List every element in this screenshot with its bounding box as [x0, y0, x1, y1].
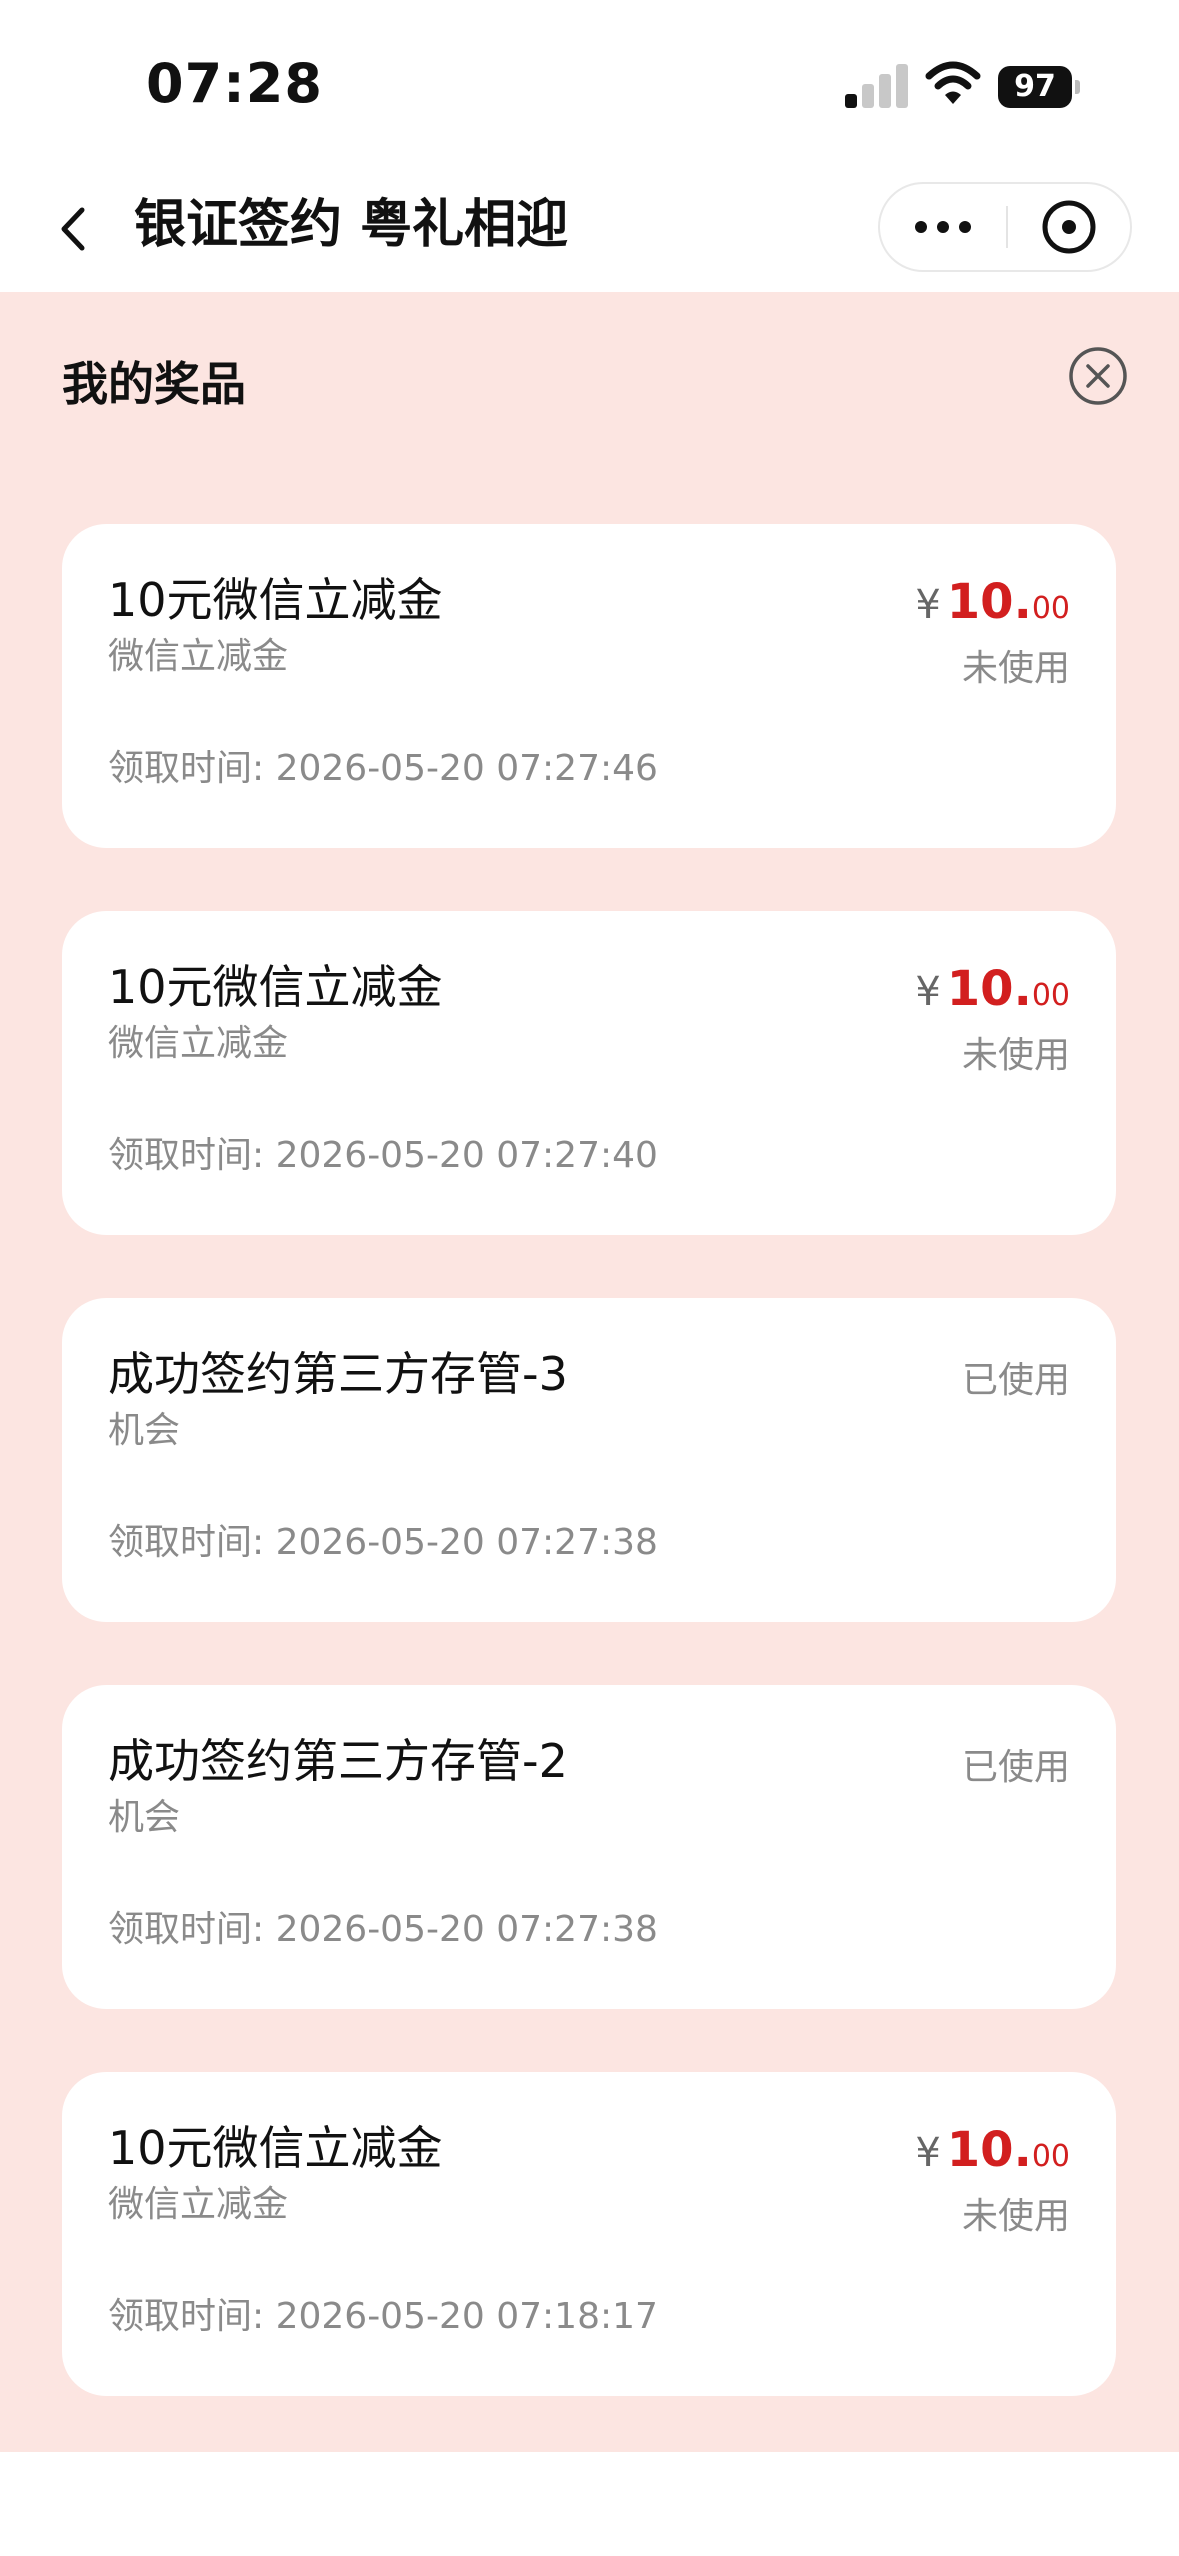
amount-decimal: 00 [1031, 978, 1070, 1013]
prize-status: 未使用 [961, 648, 1070, 689]
mini-program-capsule [878, 182, 1132, 272]
amount-integer: 10. [946, 2122, 1032, 2178]
prize-amount: ¥10.00 [915, 574, 1070, 641]
prize-subtitle: 机会 [108, 1410, 181, 1451]
back-icon[interactable] [54, 204, 94, 254]
prize-time: 领取时间: 2026-05-20 07:27:40 [108, 1135, 658, 1176]
prize-title: 成功签约第三方存管-3 [108, 1347, 568, 1401]
prize-subtitle: 微信立减金 [108, 2184, 289, 2225]
status-bar: 07:28 97 [0, 0, 1179, 160]
close-circle-icon[interactable] [1008, 184, 1130, 270]
amount-integer: 10. [946, 961, 1032, 1017]
nav-bar: 银证签约 粤礼相迎 [0, 160, 1179, 292]
wifi-icon [925, 60, 981, 106]
prize-subtitle: 机会 [108, 1797, 181, 1838]
prize-status: 未使用 [961, 1035, 1070, 1076]
currency-symbol: ¥ [915, 2130, 941, 2176]
prize-title: 10元微信立减金 [108, 2121, 443, 2175]
prize-title: 成功签约第三方存管-2 [108, 1734, 568, 1788]
prize-card[interactable]: 10元微信立减金 微信立减金 领取时间: 2026-05-20 07:27:46… [62, 524, 1116, 848]
prize-time: 领取时间: 2026-05-20 07:27:38 [108, 1909, 658, 1950]
currency-symbol: ¥ [915, 582, 941, 628]
amount-decimal: 00 [1031, 2139, 1070, 2174]
prize-card[interactable]: 成功签约第三方存管-2 机会 领取时间: 2026-05-20 07:27:38… [62, 1685, 1116, 2009]
prize-panel: 我的奖品 10元微信立减金 微信立减金 领取时间: 2026-05-20 07:… [0, 292, 1179, 2452]
prize-time: 领取时间: 2026-05-20 07:27:46 [108, 748, 658, 789]
cellular-signal-icon [845, 64, 908, 108]
status-time: 07:28 [146, 52, 323, 115]
prize-amount: ¥10.00 [915, 2122, 1070, 2189]
prize-status: 未使用 [961, 2196, 1070, 2237]
amount-integer: 10. [946, 574, 1032, 630]
prize-card[interactable]: 成功签约第三方存管-3 机会 领取时间: 2026-05-20 07:27:38… [62, 1298, 1116, 1622]
prize-subtitle: 微信立减金 [108, 1023, 289, 1064]
battery-tip [1075, 80, 1080, 94]
prize-card[interactable]: 10元微信立减金 微信立减金 领取时间: 2026-05-20 07:27:40… [62, 911, 1116, 1235]
prize-status: 已使用 [961, 1747, 1070, 1788]
prize-card[interactable]: 10元微信立减金 微信立减金 领取时间: 2026-05-20 07:18:17… [62, 2072, 1116, 2396]
prize-title: 10元微信立减金 [108, 573, 443, 627]
section-title: 我的奖品 [62, 357, 246, 411]
battery-icon: 97 [998, 66, 1082, 108]
battery-level: 97 [998, 66, 1072, 108]
prize-title: 10元微信立减金 [108, 960, 443, 1014]
page-title: 银证签约 粤礼相迎 [134, 195, 569, 255]
prize-status: 已使用 [961, 1360, 1070, 1401]
currency-symbol: ¥ [915, 969, 941, 1015]
panel-close-icon[interactable] [1068, 346, 1128, 406]
prize-subtitle: 微信立减金 [108, 636, 289, 677]
amount-decimal: 00 [1031, 591, 1070, 626]
prize-amount: ¥10.00 [915, 961, 1070, 1028]
more-dots-icon[interactable] [880, 184, 1006, 270]
prize-time: 领取时间: 2026-05-20 07:27:38 [108, 1522, 658, 1563]
prize-time: 领取时间: 2026-05-20 07:18:17 [108, 2296, 658, 2337]
